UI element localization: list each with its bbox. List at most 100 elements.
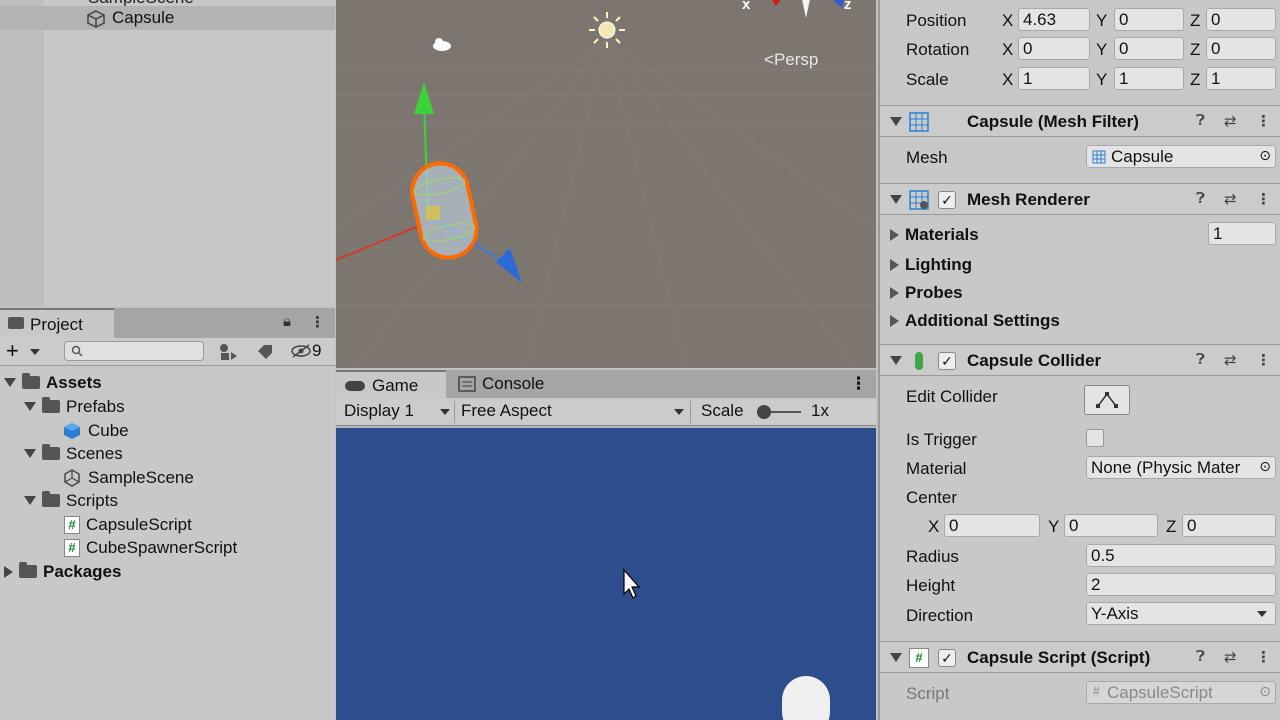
- collapse-arrow-icon[interactable]: [890, 117, 902, 126]
- height-label: Height: [906, 576, 956, 595]
- tree-item-capsulescript[interactable]: # CapsuleScript: [64, 513, 192, 536]
- mesh-filter-header[interactable]: Capsule (Mesh Filter) ❓︎ ⇄ ⋮: [880, 105, 1280, 137]
- mesh-value: Capsule: [1111, 147, 1174, 166]
- filter-by-type-icon[interactable]: [218, 343, 238, 361]
- expand-arrow-icon[interactable]: [24, 402, 36, 411]
- expand-arrow-icon[interactable]: [24, 449, 36, 458]
- probes-foldout[interactable]: Probes: [890, 283, 963, 303]
- radius-field[interactable]: 0.5: [1086, 544, 1276, 567]
- kebab-menu-icon[interactable]: ⋮: [1256, 190, 1271, 208]
- tree-item-scenes[interactable]: Scenes: [24, 442, 123, 465]
- expand-arrow-icon[interactable]: [24, 496, 36, 505]
- presets-icon[interactable]: ⇄: [1224, 648, 1237, 666]
- kebab-menu-icon[interactable]: ⋮: [310, 313, 325, 331]
- hierarchy-item-capsule[interactable]: Capsule: [0, 6, 335, 30]
- lighting-foldout[interactable]: Lighting: [890, 255, 972, 275]
- capsule-script-header[interactable]: # ✓ Capsule Script (Script) ❓︎ ⇄ ⋮: [880, 641, 1280, 673]
- lock-icon[interactable]: 🔒︎: [283, 313, 291, 330]
- help-icon[interactable]: ❓︎: [1196, 190, 1205, 207]
- tree-item-scripts[interactable]: Scripts: [24, 489, 118, 512]
- collapse-arrow-icon[interactable]: [890, 653, 902, 662]
- materials-size-field[interactable]: 1: [1208, 222, 1276, 245]
- scale-x-field[interactable]: 1: [1018, 67, 1090, 90]
- scene-view[interactable]: x z <Persp: [336, 0, 876, 368]
- tree-item-prefabs[interactable]: Prefabs: [24, 395, 125, 418]
- scale-z-field[interactable]: 1: [1206, 67, 1276, 90]
- capsule-collider-header[interactable]: ✓ Capsule Collider ❓︎ ⇄ ⋮: [880, 344, 1280, 376]
- tab-console[interactable]: Console: [456, 374, 544, 394]
- hidden-packages-toggle[interactable]: 9: [290, 341, 321, 361]
- physic-material-field[interactable]: None (Physic Mater ⊙: [1086, 456, 1276, 479]
- enabled-checkbox[interactable]: ✓: [938, 191, 956, 209]
- display-dropdown[interactable]: Display 1: [344, 401, 452, 423]
- rotation-y-field[interactable]: 0: [1114, 37, 1184, 60]
- scale-y-field[interactable]: 1: [1114, 67, 1184, 90]
- tree-item-samplescene[interactable]: SampleScene: [62, 466, 194, 489]
- game-render-area[interactable]: [336, 428, 876, 720]
- object-picker-icon[interactable]: ⊙: [1259, 147, 1271, 164]
- projection-toggle[interactable]: <Persp: [764, 50, 818, 70]
- presets-icon[interactable]: ⇄: [1224, 190, 1237, 208]
- presets-icon[interactable]: ⇄: [1224, 351, 1237, 369]
- rotation-z-field[interactable]: 0: [1206, 37, 1276, 60]
- collapse-arrow-icon[interactable]: [890, 356, 902, 365]
- kebab-menu-icon[interactable]: ⋮: [1256, 351, 1271, 369]
- collapsed-arrow-icon[interactable]: [4, 565, 13, 578]
- help-icon[interactable]: ❓︎: [1196, 351, 1205, 368]
- tab-game[interactable]: Game: [336, 370, 446, 398]
- center-x-field[interactable]: 0: [944, 514, 1040, 537]
- kebab-menu-icon[interactable]: ⋮: [1256, 648, 1271, 666]
- height-field[interactable]: 2: [1086, 573, 1276, 596]
- tab-game-label: Game: [372, 376, 419, 395]
- display-label: Display 1: [344, 401, 414, 420]
- materials-foldout[interactable]: Materials: [890, 225, 979, 245]
- tree-item-packages[interactable]: Packages: [4, 560, 121, 583]
- object-picker-icon[interactable]: ⊙: [1259, 458, 1271, 475]
- kebab-menu-icon[interactable]: ⋮: [1256, 112, 1271, 130]
- help-icon[interactable]: ❓︎: [1196, 648, 1205, 665]
- position-y-field[interactable]: 0: [1114, 8, 1184, 31]
- selected-capsule-object[interactable]: [336, 78, 556, 298]
- scale-control[interactable]: Scale 1x: [690, 401, 870, 423]
- tab-project[interactable]: Project: [0, 308, 114, 338]
- foldout-arrow-icon[interactable]: [890, 315, 899, 327]
- folder-open-icon: [22, 373, 40, 389]
- foldout-arrow-icon[interactable]: [890, 259, 899, 271]
- scale-label: Scale: [906, 70, 949, 89]
- foldout-arrow-icon[interactable]: [890, 287, 899, 299]
- mesh-object-field[interactable]: Capsule ⊙: [1086, 145, 1276, 168]
- collapse-arrow-icon[interactable]: [890, 195, 902, 204]
- position-z-field[interactable]: 0: [1206, 8, 1276, 31]
- foldout-arrow-icon[interactable]: [890, 229, 899, 241]
- create-plus-icon[interactable]: +: [6, 338, 19, 364]
- camera-gizmo-icon[interactable]: [430, 36, 454, 52]
- folder-open-icon: [42, 491, 60, 507]
- aspect-dropdown[interactable]: Free Aspect: [454, 401, 690, 423]
- csharp-script-icon: #: [64, 515, 80, 534]
- expand-arrow-icon[interactable]: [4, 378, 16, 387]
- enabled-checkbox[interactable]: ✓: [938, 352, 956, 370]
- tree-item-assets[interactable]: Assets: [4, 371, 102, 394]
- tree-item-cubespawnerscript[interactable]: # CubeSpawnerScript: [64, 536, 237, 559]
- center-z-field[interactable]: 0: [1182, 514, 1276, 537]
- edit-collider-button[interactable]: [1084, 385, 1130, 415]
- presets-icon[interactable]: ⇄: [1224, 112, 1237, 130]
- position-x-field[interactable]: 4.63: [1018, 8, 1090, 31]
- project-search-input[interactable]: [64, 341, 204, 361]
- kebab-menu-icon[interactable]: ⋮: [850, 374, 867, 394]
- additional-settings-foldout[interactable]: Additional Settings: [890, 311, 1060, 331]
- capsule-collider-icon: [915, 352, 923, 370]
- is-trigger-checkbox[interactable]: [1086, 429, 1104, 447]
- help-icon[interactable]: ❓︎: [1196, 112, 1205, 129]
- direction-dropdown[interactable]: Y-Axis: [1086, 602, 1276, 625]
- create-dropdown-icon[interactable]: [30, 349, 40, 355]
- direction-label: Direction: [906, 606, 974, 625]
- scale-slider-handle[interactable]: [757, 405, 771, 419]
- rotation-x-field[interactable]: 0: [1018, 37, 1090, 60]
- filter-by-label-icon[interactable]: [256, 343, 274, 361]
- enabled-checkbox[interactable]: ✓: [938, 649, 956, 667]
- mesh-renderer-header[interactable]: ✓ Mesh Renderer ❓︎ ⇄ ⋮: [880, 183, 1280, 215]
- center-y-field[interactable]: 0: [1064, 514, 1158, 537]
- directional-light-icon[interactable]: [587, 10, 627, 50]
- tree-item-cube[interactable]: Cube: [62, 419, 129, 442]
